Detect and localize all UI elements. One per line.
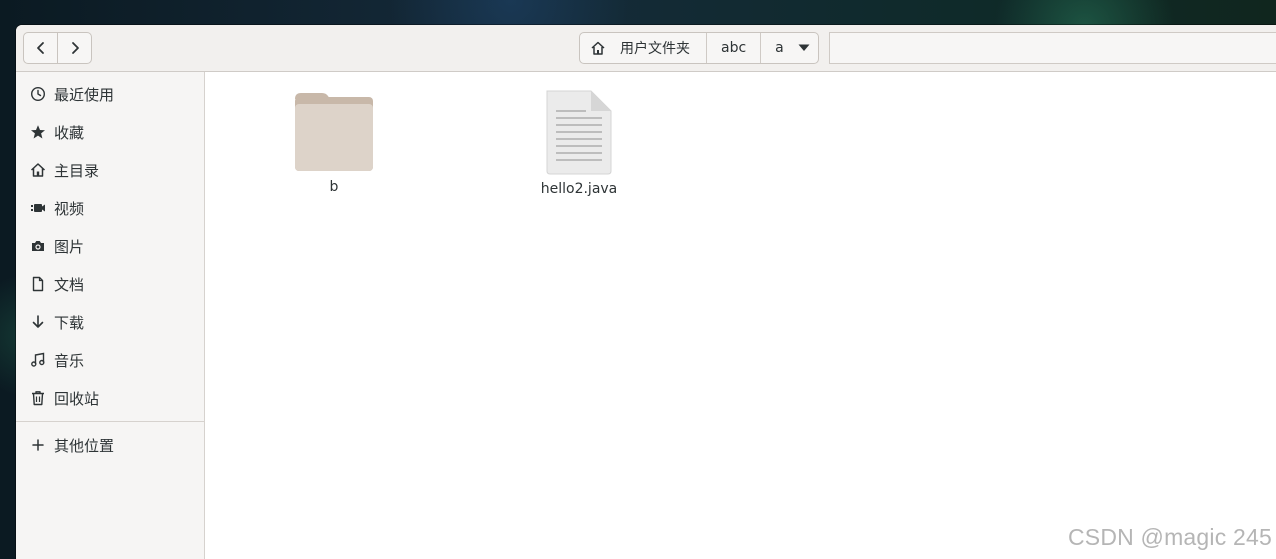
breadcrumb-current-label: a <box>775 40 784 56</box>
trash-icon <box>30 390 46 406</box>
chevron-left-icon <box>36 42 44 54</box>
sidebar-item-music[interactable]: 音乐 <box>16 341 204 379</box>
file-name: hello2.java <box>540 181 618 197</box>
back-button[interactable] <box>24 33 57 63</box>
file-item-text[interactable]: hello2.java <box>534 89 624 197</box>
plus-icon <box>30 437 46 453</box>
file-view: b hello2.java <box>205 72 1276 559</box>
dropdown-arrow-icon[interactable] <box>798 44 810 52</box>
star-icon <box>30 124 46 140</box>
sidebar-item-documents[interactable]: 文档 <box>16 265 204 303</box>
sidebar-item-label: 视频 <box>54 199 85 218</box>
sidebar-item-label: 文档 <box>54 275 85 294</box>
breadcrumb: 用户文件夹 abc a <box>579 32 819 64</box>
sidebar-item-label: 主目录 <box>54 161 100 180</box>
watermark-text: CSDN @magic 245 <box>1067 524 1272 550</box>
sidebar-item-starred[interactable]: 收藏 <box>16 113 204 151</box>
download-icon <box>30 314 46 330</box>
breadcrumb-home[interactable]: 用户文件夹 <box>580 33 706 63</box>
file-manager-window: 用户文件夹 abc a 最近使用 收藏 主目录 视频 图片 文档 下载 音乐 回… <box>16 25 1276 559</box>
sidebar-item-videos[interactable]: 视频 <box>16 189 204 227</box>
sidebar-item-other-locations[interactable]: 其他位置 <box>16 426 204 464</box>
sidebar-item-pictures[interactable]: 图片 <box>16 227 204 265</box>
sidebar-item-trash[interactable]: 回收站 <box>16 379 204 417</box>
file-item-folder[interactable]: b <box>289 91 379 195</box>
sidebar: 最近使用 收藏 主目录 视频 图片 文档 下载 音乐 回收站 其他位置 <box>16 72 205 559</box>
sidebar-item-label: 回收站 <box>54 389 100 408</box>
sidebar-item-label: 图片 <box>54 237 85 256</box>
breadcrumb-item[interactable]: abc <box>706 33 760 63</box>
text-file-icon <box>546 90 612 175</box>
chevron-right-icon <box>71 42 79 54</box>
sidebar-item-downloads[interactable]: 下载 <box>16 303 204 341</box>
sidebar-item-label: 最近使用 <box>54 85 115 104</box>
sidebar-item-label: 音乐 <box>54 351 85 370</box>
pathbar-empty-area <box>829 32 1276 64</box>
video-icon <box>30 200 46 216</box>
breadcrumb-item-label: abc <box>721 40 747 56</box>
sidebar-separator <box>16 421 204 422</box>
forward-button[interactable] <box>57 33 91 63</box>
sidebar-item-label: 其他位置 <box>54 436 115 455</box>
sidebar-item-label: 收藏 <box>54 123 85 142</box>
breadcrumb-current[interactable]: a <box>760 33 818 63</box>
header-bar: 用户文件夹 abc a <box>16 25 1276 72</box>
home-icon <box>30 162 46 178</box>
sidebar-item-label: 下载 <box>54 313 85 332</box>
sidebar-item-recent[interactable]: 最近使用 <box>16 75 204 113</box>
clock-icon <box>30 86 46 102</box>
music-icon <box>30 352 46 368</box>
folder-icon <box>295 93 373 171</box>
camera-icon <box>30 238 46 254</box>
home-icon <box>590 40 606 56</box>
document-icon <box>30 276 46 292</box>
file-name: b <box>329 179 339 195</box>
navigation-buttons <box>23 32 92 64</box>
breadcrumb-home-label: 用户文件夹 <box>620 41 690 57</box>
sidebar-item-home[interactable]: 主目录 <box>16 151 204 189</box>
